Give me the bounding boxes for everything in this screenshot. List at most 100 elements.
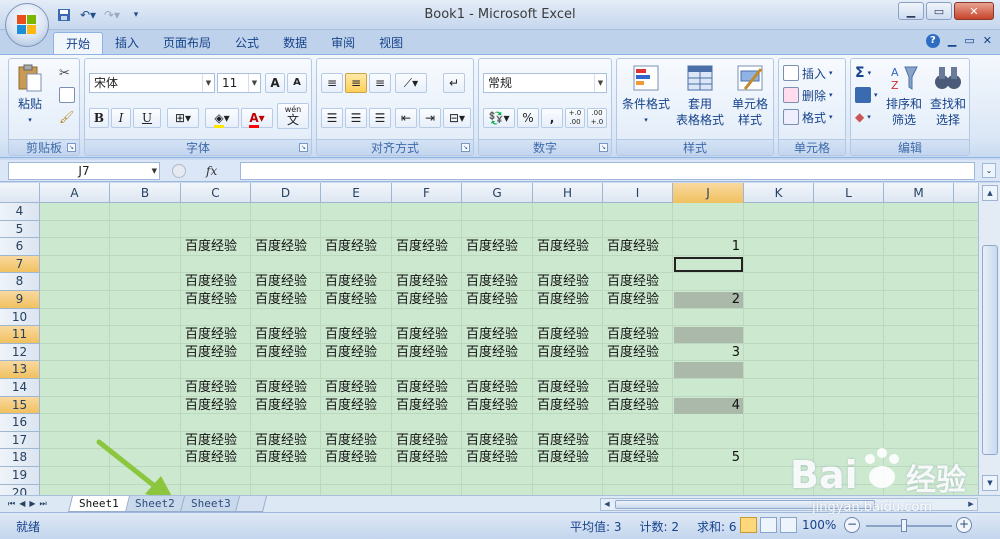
cell-h12[interactable]: 百度经验 (533, 344, 603, 361)
clear-button[interactable]: ◆ ▾ (855, 107, 871, 127)
column-header-l[interactable]: L (814, 183, 884, 203)
vertical-scrollbar[interactable]: ▲ ▼ (978, 183, 1000, 495)
zoom-out-button[interactable]: − (844, 517, 860, 533)
cell-g6[interactable]: 百度经验 (462, 238, 533, 255)
cell-d6[interactable]: 百度经验 (251, 238, 321, 255)
format-cells-button[interactable]: 格式 ▾ (783, 107, 833, 127)
cell-c8[interactable]: 百度经验 (181, 273, 251, 290)
cell-f9[interactable]: 百度经验 (392, 291, 462, 308)
ribbon-restore-icon[interactable]: ▭ (964, 34, 974, 48)
next-sheet-icon[interactable]: ▶ (29, 497, 35, 511)
bold-button[interactable]: B (89, 108, 109, 128)
zoom-track[interactable] (866, 525, 952, 527)
cell-g17[interactable]: 百度经验 (462, 432, 533, 449)
worksheet-grid[interactable]: ABCDEFGHIJKLM 4 5 6 7 8 9 10 11 12 13 14 15 16 17 18 19… (0, 183, 978, 495)
minimize-button[interactable]: ▁ (898, 2, 924, 20)
cell-i12[interactable]: 百度经验 (603, 344, 673, 361)
select-all-corner[interactable] (0, 183, 40, 203)
cell-g15[interactable]: 百度经验 (462, 397, 533, 414)
scroll-up-button[interactable]: ▲ (982, 185, 998, 201)
increase-indent-button[interactable]: ⇥ (419, 108, 441, 128)
cell-f17[interactable]: 百度经验 (392, 432, 462, 449)
selected-cell-j13[interactable] (674, 362, 743, 379)
orientation-button[interactable]: ⟋▾ (395, 73, 427, 93)
tab-insert[interactable]: 插入 (103, 32, 151, 54)
cell-e17[interactable]: 百度经验 (321, 432, 392, 449)
insert-function-button[interactable]: fx (206, 164, 217, 178)
cell-d11[interactable]: 百度经验 (251, 326, 321, 343)
first-sheet-icon[interactable]: ⏮ (8, 497, 15, 511)
tab-view[interactable]: 视图 (367, 32, 415, 54)
ribbon-close-icon[interactable]: ✕ (983, 34, 992, 48)
cell-h15[interactable]: 百度经验 (533, 397, 603, 414)
cell-d8[interactable]: 百度经验 (251, 273, 321, 290)
zoom-slider[interactable]: − + (844, 517, 974, 535)
increase-decimal-button[interactable]: +.0 .00 (565, 108, 585, 128)
tab-home[interactable]: 开始 (53, 32, 104, 54)
underline-button[interactable]: U (133, 108, 161, 128)
autosum-button[interactable]: Σ ▾ (855, 63, 871, 83)
cell-e11[interactable]: 百度经验 (321, 326, 392, 343)
scroll-down-button[interactable]: ▼ (982, 475, 998, 491)
zoom-in-button[interactable]: + (956, 517, 972, 533)
row-header-15[interactable]: 15 (0, 396, 40, 415)
percent-button[interactable]: % (517, 108, 539, 128)
borders-button[interactable]: ⊞▾ (167, 108, 199, 128)
cell-e8[interactable]: 百度经验 (321, 273, 392, 290)
cell-i9[interactable]: 百度经验 (603, 291, 673, 308)
page-break-view-button[interactable] (780, 517, 797, 533)
horizontal-scroll-thumb[interactable] (615, 500, 875, 509)
italic-button[interactable]: I (111, 108, 131, 128)
font-name-box[interactable]: 宋体 ▼ (89, 73, 215, 93)
ribbon-minimize-icon[interactable]: ▁ (948, 34, 956, 48)
comma-button[interactable]: , (541, 108, 563, 128)
column-header-k[interactable]: K (744, 183, 814, 203)
cell-h14[interactable]: 百度经验 (533, 379, 603, 396)
align-center-button[interactable]: ☰ (345, 108, 367, 128)
active-cell-j7[interactable] (674, 256, 743, 273)
zoom-thumb[interactable] (901, 519, 907, 532)
row-header-5[interactable]: 5 (0, 220, 40, 239)
wrap-text-button[interactable]: ↵ (443, 73, 465, 93)
help-icon[interactable]: ? (925, 34, 940, 48)
cell-j6[interactable]: 1 (673, 238, 744, 255)
cell-i18[interactable]: 百度经验 (603, 449, 673, 466)
cell-f18[interactable]: 百度经验 (392, 449, 462, 466)
cell-f8[interactable]: 百度经验 (392, 273, 462, 290)
cell-e14[interactable]: 百度经验 (321, 379, 392, 396)
cell-d17[interactable]: 百度经验 (251, 432, 321, 449)
tab-data[interactable]: 数据 (271, 32, 319, 54)
page-layout-view-button[interactable] (760, 517, 777, 533)
align-bottom-button[interactable]: ≡ (369, 73, 391, 93)
column-header-c[interactable]: C (181, 183, 251, 203)
row-header-14[interactable]: 14 (0, 379, 40, 397)
cell-c6[interactable]: 百度经验 (181, 238, 251, 255)
delete-cells-button[interactable]: 删除 ▾ (783, 85, 833, 105)
cell-e6[interactable]: 百度经验 (321, 238, 392, 255)
align-top-button[interactable]: ≡ (321, 73, 343, 93)
column-header-f[interactable]: F (392, 183, 462, 203)
cell-c15[interactable]: 百度经验 (181, 397, 251, 414)
cell-g8[interactable]: 百度经验 (462, 273, 533, 290)
expand-formula-bar-button[interactable]: ⌄ (982, 163, 996, 178)
cell-h11[interactable]: 百度经验 (533, 326, 603, 343)
sheet-tab-3[interactable]: Sheet3 (179, 496, 242, 512)
cell-j12[interactable]: 3 (673, 344, 744, 361)
column-header-e[interactable]: E (321, 183, 392, 203)
format-painter-button[interactable]: 🖌 (59, 107, 74, 127)
last-sheet-icon[interactable]: ⏭ (40, 497, 47, 511)
align-right-button[interactable]: ☰ (369, 108, 391, 128)
fill-button[interactable]: ▾ (855, 85, 878, 105)
selected-cell-j11[interactable] (674, 327, 743, 344)
row-header-12[interactable]: 12 (0, 343, 40, 362)
sort-filter-button[interactable]: AZ 排序和 筛选 (883, 63, 925, 128)
row-header-10[interactable]: 10 (0, 308, 40, 327)
cell-i17[interactable]: 百度经验 (603, 432, 673, 449)
tab-formulas[interactable]: 公式 (223, 32, 271, 54)
cell-c9[interactable]: 百度经验 (181, 291, 251, 308)
phonetic-button[interactable]: wén 文 (277, 103, 309, 129)
decrease-indent-button[interactable]: ⇤ (395, 108, 417, 128)
cell-d18[interactable]: 百度经验 (251, 449, 321, 466)
prev-sheet-icon[interactable]: ◀ (19, 497, 25, 511)
column-header-j[interactable]: J (673, 183, 744, 203)
